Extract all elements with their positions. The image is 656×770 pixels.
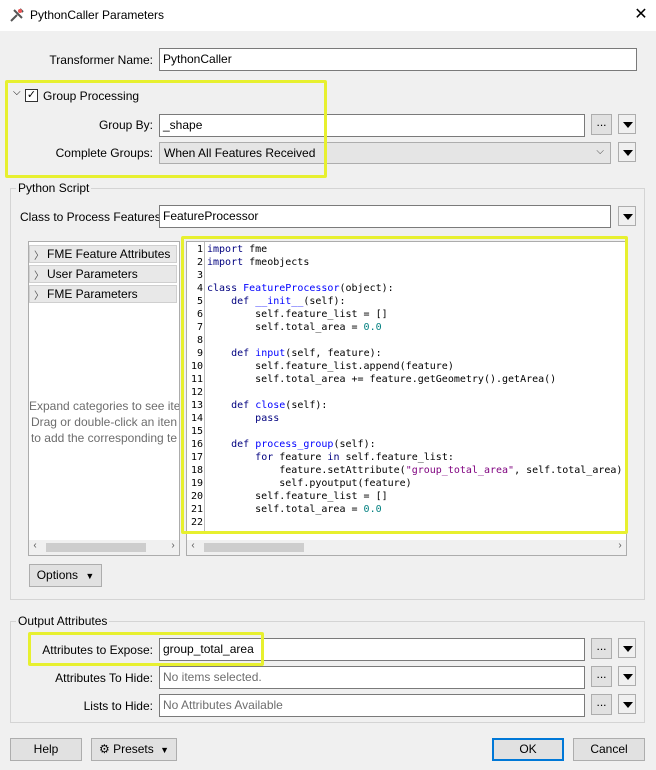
expose-menu-button[interactable] [618,638,636,658]
group-by-menu-button[interactable] [618,114,636,134]
class-input[interactable]: FeatureProcessor [159,205,611,228]
code-scroll-thumb[interactable] [204,543,304,552]
expose-ellipsis-button[interactable]: ... [591,638,612,659]
transformer-icon [10,8,24,22]
dropdown-arrow-icon: ▼ [160,745,170,755]
hide-menu-button[interactable] [618,666,636,686]
class-label: Class to Process Features: [20,210,165,224]
scroll-left-icon[interactable]: ‹ [187,540,199,551]
close-icon[interactable]: ✕ [631,5,651,25]
class-menu-button[interactable] [618,206,636,226]
lists-menu-button[interactable] [618,694,636,714]
complete-groups-menu-button[interactable] [618,142,636,162]
code-scrollbar[interactable]: ‹ › [187,540,626,555]
tree-category-fme-feature-attributes[interactable]: 〉 FME Feature Attributes [29,245,177,263]
cancel-button[interactable]: Cancel [573,738,645,761]
lists-to-hide-input[interactable]: No Attributes Available [159,694,585,717]
group-by-ellipsis-button[interactable]: ... [591,114,612,135]
window-title: PythonCaller Parameters [30,8,165,22]
chevron-right-icon: 〉 [34,251,44,262]
tree-hint-3: to add the corresponding te [30,431,178,445]
tree-hint-2: Drag or double-click an iten [30,415,178,429]
chevron-right-icon: 〉 [34,271,44,282]
lists-to-hide-label: Lists to Hide: [83,699,153,713]
tree-scrollbar[interactable]: ‹ › [29,540,179,555]
attributes-to-hide-label: Attributes To Hide: [55,671,153,685]
lists-ellipsis-button[interactable]: ... [591,694,612,715]
tree-scroll-thumb[interactable] [46,543,146,552]
scroll-right-icon[interactable]: › [614,540,626,551]
highlight-box-group [5,80,327,178]
highlight-box-expose [28,632,264,666]
chevron-down-icon: ⌵ [596,146,604,157]
help-button[interactable]: Help [10,738,82,761]
output-attributes-title: Output Attributes [16,614,110,628]
presets-button[interactable]: ⚙ Presets ▼ [91,738,177,761]
python-script-title: Python Script [16,181,92,195]
scroll-left-icon[interactable]: ‹ [29,540,41,551]
highlight-box-code [181,236,628,534]
ok-button[interactable]: OK [492,738,564,761]
dropdown-arrow-icon: ▼ [85,571,95,581]
tree-hint-1: Expand categories to see iter [29,399,179,413]
transformer-name-label: Transformer Name: [49,53,153,67]
gear-icon: ⚙ [98,742,110,756]
options-button[interactable]: Options ▼ [29,564,102,587]
scroll-right-icon[interactable]: › [167,540,179,551]
tree-category-user-parameters[interactable]: 〉 User Parameters [29,265,177,283]
chevron-right-icon: 〉 [34,291,44,302]
attributes-to-hide-input[interactable]: No items selected. [159,666,585,689]
transformer-name-input[interactable]: PythonCaller [159,48,637,71]
tree-category-fme-parameters[interactable]: 〉 FME Parameters [29,285,177,303]
hide-ellipsis-button[interactable]: ... [591,666,612,687]
